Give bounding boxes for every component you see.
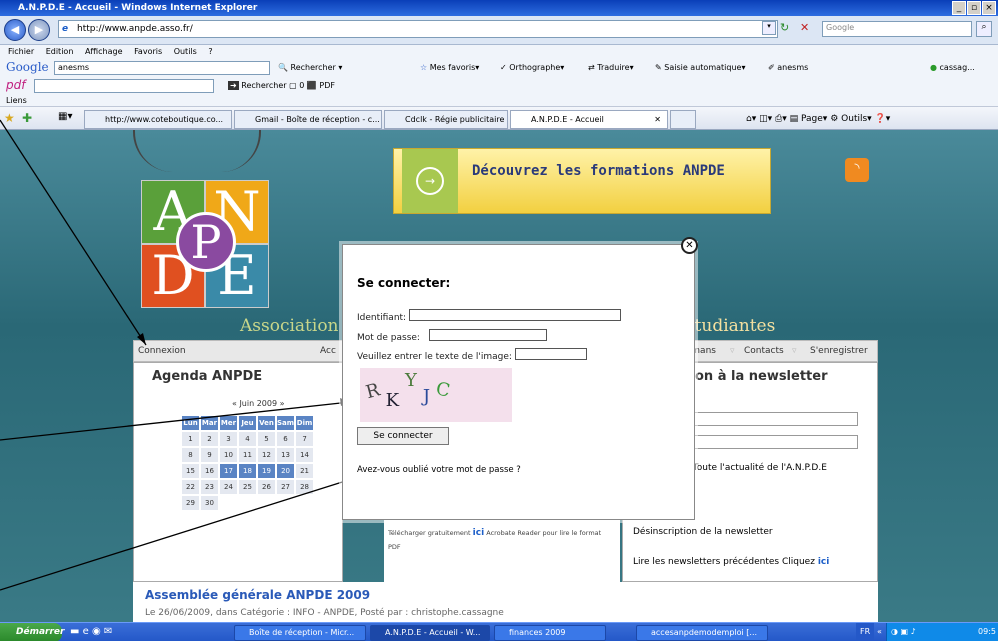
- taskbar-item-excel[interactable]: finances 2009: [494, 625, 606, 641]
- username-label: Identifiant:: [357, 313, 407, 323]
- password-label: Mot de passe:: [357, 333, 420, 343]
- clock: 09:5: [978, 627, 996, 636]
- annotation-arrow-connexion: [0, 119, 147, 346]
- media-icon[interactable]: ◉: [92, 626, 101, 637]
- close-modal-icon[interactable]: ✕: [681, 237, 698, 254]
- expand-tray-icon[interactable]: «: [877, 623, 882, 641]
- language-indicator[interactable]: FR: [856, 623, 875, 641]
- taskbar-item-outlook[interactable]: Boîte de réception - Micr...: [234, 625, 366, 641]
- username-input[interactable]: [409, 309, 621, 321]
- captcha-input[interactable]: [515, 348, 587, 360]
- desktop-icon[interactable]: ▬: [70, 626, 79, 637]
- taskbar-item-label: finances 2009: [509, 628, 566, 637]
- annotation-arrow-forgot: [0, 477, 356, 591]
- login-title: Se connecter:: [357, 276, 451, 290]
- taskbar-item-label: A.N.P.D.E - Accueil - W...: [385, 628, 481, 637]
- login-submit-button[interactable]: Se connecter: [357, 427, 449, 445]
- arrow-head-icon: [137, 333, 146, 345]
- quick-launch: ▬ e ◉ ✉: [70, 626, 112, 637]
- captcha-label: Veuillez entrer le texte de l'image:: [357, 352, 512, 362]
- tray-icons[interactable]: ◑ ▣ ♪: [891, 623, 916, 641]
- start-button[interactable]: Démarrer: [0, 623, 65, 641]
- taskbar: Démarrer ▬ e ◉ ✉ Boîte de réception - Mi…: [0, 622, 998, 641]
- system-tray: « ◑ ▣ ♪ 09:5: [877, 623, 998, 641]
- outlook-icon[interactable]: ✉: [104, 626, 112, 637]
- taskbar-item-label: accesanpdemodemploi [...: [651, 628, 758, 637]
- forgot-password-link[interactable]: Avez-vous oublié votre mot de passe ?: [357, 465, 521, 475]
- annotation-arrow-captcha: [0, 401, 351, 441]
- taskbar-item-word[interactable]: accesanpdemodemploi [...: [636, 625, 768, 641]
- captcha-text: RKYJC: [363, 370, 458, 411]
- taskbar-item-label: Boîte de réception - Micr...: [249, 628, 355, 637]
- password-input[interactable]: [429, 329, 547, 341]
- ie-icon[interactable]: e: [83, 626, 89, 637]
- taskbar-item-ie[interactable]: A.N.P.D.E - Accueil - W...: [370, 625, 490, 641]
- captcha-image: RKYJC: [360, 368, 512, 422]
- start-label: Démarrer: [16, 627, 65, 637]
- login-modal: Se connecter: Identifiant: Mot de passe:…: [342, 244, 695, 520]
